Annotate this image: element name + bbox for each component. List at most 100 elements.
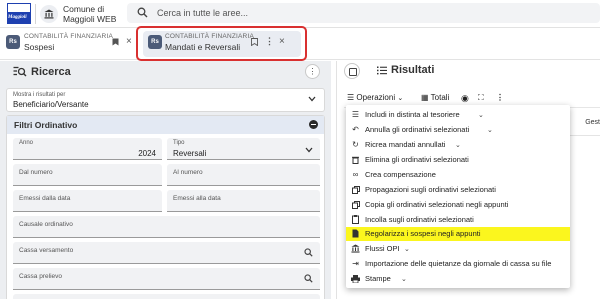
filters-header[interactable]: Filtri Ordinativo <box>7 116 324 134</box>
bookmark-icon[interactable] <box>112 38 119 48</box>
file-icon <box>351 229 360 238</box>
menu-item-propagazioni[interactable]: Propagazioni sugli ordinativi selezionat… <box>346 183 570 197</box>
tipo-select[interactable]: Tipo Reversali <box>167 138 320 160</box>
menu-item-label: Includi in distinta al tesoriere <box>365 110 460 119</box>
operazioni-label: Operazioni <box>356 93 396 102</box>
menu-item-label: Copia gli ordinativi selezionati negli a… <box>365 200 509 209</box>
maggioli-logo[interactable]: Maggioli <box>7 3 31 24</box>
chevron-down-icon: ⌄ <box>487 127 493 134</box>
chevron-down-icon: ⌄ <box>404 246 410 253</box>
menu-item-label: Annulla gli ordinativi selezionati <box>365 125 470 134</box>
tipo-value: Reversali <box>173 149 207 158</box>
table-icon: ▦ <box>421 93 429 102</box>
print-icon <box>351 274 360 283</box>
menu-item-label: Propagazioni sugli ordinativi selezionat… <box>365 185 496 194</box>
operazioni-button[interactable]: ☰ Operazioni ⌄ <box>347 93 403 102</box>
undo-icon: ↶ <box>352 125 359 134</box>
cassa-versamento-field[interactable]: Cassa versamento <box>13 242 320 264</box>
menu-item-ricrea-mandati[interactable]: ↻ Ricrea mandati annullati ⌄ <box>346 138 570 152</box>
tab-app-badge: Rs <box>6 35 20 49</box>
search-panel-header: Ricerca ⋮ <box>6 61 325 85</box>
chevron-down-icon: ⌄ <box>397 95 404 102</box>
menu-item-elimina-ordinativi[interactable]: Elimina gli ordinativi selezionati <box>346 153 570 167</box>
collapse-icon[interactable] <box>309 120 318 129</box>
menu-item-label: Crea compensazione <box>365 170 436 179</box>
tab-sospesi[interactable]: Rs CONTABILITÀ FINANZIARIA Sospesi × <box>6 31 136 57</box>
list-icon <box>377 66 387 75</box>
emessi-dalla-data-field[interactable]: Emessi dalla data <box>13 190 162 212</box>
show-results-select[interactable]: Mostra i risultati per Beneficiario/Vers… <box>6 88 325 112</box>
causale-ordinativo-field[interactable]: Causale ordinativo <box>13 216 320 238</box>
menu-item-label: Incolla sugli ordinativi selezionati <box>365 215 474 224</box>
show-results-value: Beneficiario/Versante <box>13 100 89 109</box>
search-panel: Ricerca ⋮ Mostra i risultati per Benefic… <box>6 61 325 299</box>
menu-item-label: Ricrea mandati annullati <box>365 140 446 149</box>
emessi-dalla-data-label: Emessi dalla data <box>19 195 71 202</box>
divider <box>35 4 36 24</box>
anno-value: 2024 <box>138 149 156 158</box>
search-doc-icon <box>13 66 27 77</box>
cassa-prelievo-field[interactable]: Cassa prelievo <box>13 268 320 290</box>
menu-item-label: Regolarizza i sospesi negli appunti <box>365 229 481 238</box>
menu-item-includi-distinta[interactable]: ☰ Includi in distinta al tesoriere ⌄ <box>346 108 570 122</box>
menu-item-copia-appunti[interactable]: Copia gli ordinativi selezionati negli a… <box>346 198 570 212</box>
search-icon[interactable] <box>304 274 313 283</box>
causale-ordinativo-label: Causale ordinativo <box>19 221 73 228</box>
emessi-alla-data-label: Emessi alla data <box>173 195 221 202</box>
organization-button[interactable] <box>40 5 58 23</box>
org-name-line1: Comune di <box>63 4 105 14</box>
global-search-input[interactable]: Cerca in tutte le aree... <box>127 3 600 23</box>
al-numero-field[interactable]: Al numero <box>167 164 320 186</box>
anno-field[interactable]: Anno 2024 <box>13 138 162 160</box>
close-icon[interactable]: × <box>126 36 132 47</box>
results-title: Risultati <box>391 64 435 76</box>
filters-section: Filtri Ordinativo Anno 2024 Tipo Reversa… <box>6 115 325 299</box>
menu-item-incolla[interactable]: Incolla sugli ordinativi selezionati <box>346 213 570 227</box>
menu-item-crea-compensazione[interactable]: ∞ Crea compensazione <box>346 168 570 182</box>
menu-item-label: Flussi OPI <box>365 244 400 253</box>
cassa-versamento-label: Cassa versamento <box>19 247 74 254</box>
chevron-down-icon: ⌄ <box>478 112 484 119</box>
menu-item-label: Elimina gli ordinativi selezionati <box>365 155 469 164</box>
menu-item-label: Stampe <box>365 274 391 283</box>
search-panel-title: Ricerca <box>31 66 71 78</box>
dal-numero-label: Dal numero <box>19 169 53 176</box>
search-icon[interactable] <box>304 248 313 257</box>
show-results-label: Mostra i risultati per <box>13 92 66 98</box>
anno-label: Anno <box>19 140 34 146</box>
trash-icon <box>351 155 360 164</box>
menu-item-flussi-opi[interactable]: Flussi OPI ⌄ <box>346 242 570 256</box>
visibility-icon[interactable]: ◉ <box>461 93 469 104</box>
filters-title: Filtri Ordinativo <box>14 120 78 130</box>
refresh-icon: ↻ <box>352 140 359 149</box>
top-bar: Maggioli Comune di Maggioli WEB Cerca in… <box>0 0 600 28</box>
menu-item-regolarizza-sospesi[interactable]: Regolarizza i sospesi negli appunti <box>346 227 570 241</box>
more-vert-icon[interactable]: ⋮ <box>496 93 504 102</box>
fullscreen-icon[interactable]: ⛶ <box>478 93 484 103</box>
operazioni-menu: ☰ Includi in distinta al tesoriere ⌄ ↶ A… <box>346 105 570 288</box>
panel-toggle-button[interactable] <box>344 63 360 79</box>
tab-subtitle: CONTABILITÀ FINANZIARIA <box>24 33 113 40</box>
additional-field[interactable] <box>13 294 320 299</box>
copy-icon <box>351 185 360 194</box>
search-placeholder: Cerca in tutte le aree... <box>157 8 249 18</box>
menu-item-stampe[interactable]: Stampe ⌄ <box>346 272 570 286</box>
menu-item-annulla-ordinativi[interactable]: ↶ Annulla gli ordinativi selezionati ⌄ <box>346 123 570 137</box>
column-header-gest[interactable]: Gest <box>585 119 600 126</box>
search-panel-more-button[interactable]: ⋮ <box>305 64 320 79</box>
chevron-down-icon <box>305 147 313 153</box>
building-icon <box>44 9 54 19</box>
list-icon: ☰ <box>351 110 360 119</box>
search-icon <box>137 7 148 18</box>
dal-numero-field[interactable]: Dal numero <box>13 164 162 186</box>
chevron-down-icon <box>308 96 316 102</box>
clipboard-icon <box>351 215 360 224</box>
cassa-prelievo-label: Cassa prelievo <box>19 273 62 280</box>
menu-item-importazione-quietanze[interactable]: ⇥ Importazione delle quietanze da giorna… <box>346 257 570 271</box>
totali-label: Totali <box>430 93 450 102</box>
totali-button[interactable]: ▦ Totali <box>421 93 449 102</box>
emessi-alla-data-field[interactable]: Emessi alla data <box>167 190 320 212</box>
operazioni-icon: ☰ <box>347 93 355 102</box>
al-numero-label: Al numero <box>173 169 203 176</box>
active-tab-highlight <box>136 26 307 61</box>
